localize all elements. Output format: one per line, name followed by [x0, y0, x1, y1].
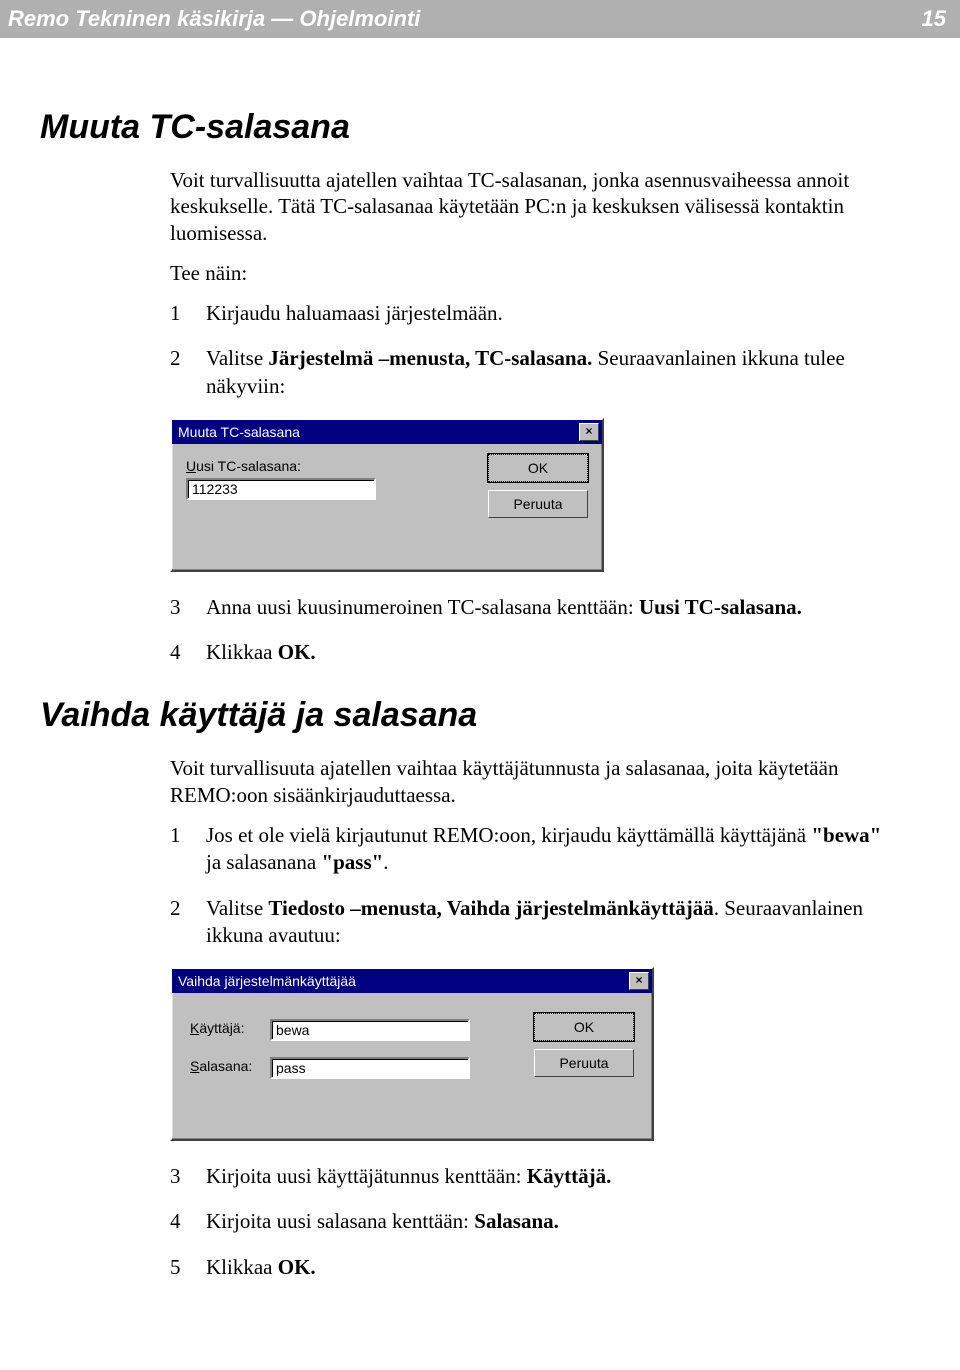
- dialog-vaihda-kayttajaa: Vaihda järjestelmänkäyttäjää × Käyttäjä:…: [170, 967, 654, 1141]
- step-3: 3 Kirjoita uusi käyttäjätunnus kenttään:…: [170, 1163, 890, 1190]
- step-number: 2: [170, 345, 206, 400]
- close-button[interactable]: ×: [579, 423, 599, 441]
- step-number: 1: [170, 822, 206, 877]
- page-header: Remo Tekninen käsikirja — Ohjelmointi 15: [0, 0, 960, 38]
- section1-lead: Tee näin:: [170, 260, 890, 286]
- section2-steps-cont: 3 Kirjoita uusi käyttäjätunnus kenttään:…: [170, 1163, 890, 1281]
- header-title: Remo Tekninen käsikirja — Ohjelmointi: [8, 6, 420, 32]
- step-text: Valitse Järjestelmä –menusta, TC-salasan…: [206, 345, 890, 400]
- section2-steps: 1 Jos et ole vielä kirjautunut REMO:oon,…: [170, 822, 890, 949]
- dialog-body: Käyttäjä: Salasana: OK Peruuta: [172, 993, 652, 1031]
- step-text: Kirjaudu haluamaasi järjestelmään.: [206, 300, 890, 327]
- section1-steps: 1 Kirjaudu haluamaasi järjestelmään. 2 V…: [170, 300, 890, 400]
- step-5: 5 Klikkaa OK.: [170, 1254, 890, 1281]
- step-1: 1 Jos et ole vielä kirjautunut REMO:oon,…: [170, 822, 890, 877]
- dialog-body: Uusi TC-salasana: OK Peruuta: [172, 444, 602, 468]
- section2-content: Voit turvallisuuta ajatellen vaihtaa käy…: [170, 755, 890, 1281]
- step-2: 2 Valitse Tiedosto –menusta, Vaihda järj…: [170, 895, 890, 950]
- step-text: Kirjoita uusi käyttäjätunnus kenttään: K…: [206, 1163, 890, 1190]
- close-icon: ×: [585, 424, 592, 438]
- step-number: 4: [170, 1208, 206, 1235]
- step-number: 3: [170, 1163, 206, 1190]
- ok-button[interactable]: OK: [488, 454, 588, 482]
- field-label-salasana: Salasana:: [190, 1058, 270, 1074]
- section1-intro: Voit turvallisuutta ajatellen vaihtaa TC…: [170, 167, 890, 246]
- step-number: 5: [170, 1254, 206, 1281]
- section1-content: Voit turvallisuutta ajatellen vaihtaa TC…: [170, 167, 890, 666]
- ok-button[interactable]: OK: [534, 1013, 634, 1041]
- step-text: Kirjoita uusi salasana kenttään: Salasan…: [206, 1208, 890, 1235]
- step-number: 4: [170, 639, 206, 666]
- step-number: 2: [170, 895, 206, 950]
- field-label-uusi-tc: Uusi TC-salasana:: [186, 458, 386, 474]
- dialog-title: Vaihda järjestelmänkäyttäjää: [178, 973, 356, 989]
- step-3: 3 Anna uusi kuusinumeroinen TC-salasana …: [170, 594, 890, 621]
- section-title-vaihda: Vaihda käyttäjä ja salasana: [40, 696, 890, 735]
- step-text: Klikkaa OK.: [206, 639, 890, 666]
- page-body: Muuta TC-salasana Voit turvallisuutta aj…: [0, 38, 960, 1329]
- input-salasana[interactable]: [270, 1057, 470, 1079]
- step-text: Valitse Tiedosto –menusta, Vaihda järjes…: [206, 895, 890, 950]
- step-2: 2 Valitse Järjestelmä –menusta, TC-salas…: [170, 345, 890, 400]
- step-text: Anna uusi kuusinumeroinen TC-salasana ke…: [206, 594, 890, 621]
- page-number: 15: [922, 6, 946, 32]
- section1-steps-cont: 3 Anna uusi kuusinumeroinen TC-salasana …: [170, 594, 890, 667]
- step-4: 4 Klikkaa OK.: [170, 639, 890, 666]
- dialog-titlebar[interactable]: Vaihda järjestelmänkäyttäjää ×: [172, 969, 652, 993]
- cancel-button[interactable]: Peruuta: [488, 490, 588, 518]
- section-title-muuta: Muuta TC-salasana: [40, 108, 890, 147]
- close-icon: ×: [635, 973, 642, 987]
- input-kayttaja[interactable]: [270, 1019, 470, 1041]
- step-4: 4 Kirjoita uusi salasana kenttään: Salas…: [170, 1208, 890, 1235]
- input-uusi-tc-salasana[interactable]: [186, 478, 376, 500]
- step-number: 1: [170, 300, 206, 327]
- step-1: 1 Kirjaudu haluamaasi järjestelmään.: [170, 300, 890, 327]
- step-text: Jos et ole vielä kirjautunut REMO:oon, k…: [206, 822, 890, 877]
- step-text: Klikkaa OK.: [206, 1254, 890, 1281]
- dialog-muuta-tc-salasana: Muuta TC-salasana × Uusi TC-salasana: OK…: [170, 418, 604, 572]
- dialog-title: Muuta TC-salasana: [178, 424, 300, 440]
- cancel-button[interactable]: Peruuta: [534, 1049, 634, 1077]
- field-label-kayttaja: Käyttäjä:: [190, 1020, 270, 1036]
- close-button[interactable]: ×: [629, 972, 649, 990]
- step-number: 3: [170, 594, 206, 621]
- dialog-titlebar[interactable]: Muuta TC-salasana ×: [172, 420, 602, 444]
- section2-intro: Voit turvallisuuta ajatellen vaihtaa käy…: [170, 755, 890, 808]
